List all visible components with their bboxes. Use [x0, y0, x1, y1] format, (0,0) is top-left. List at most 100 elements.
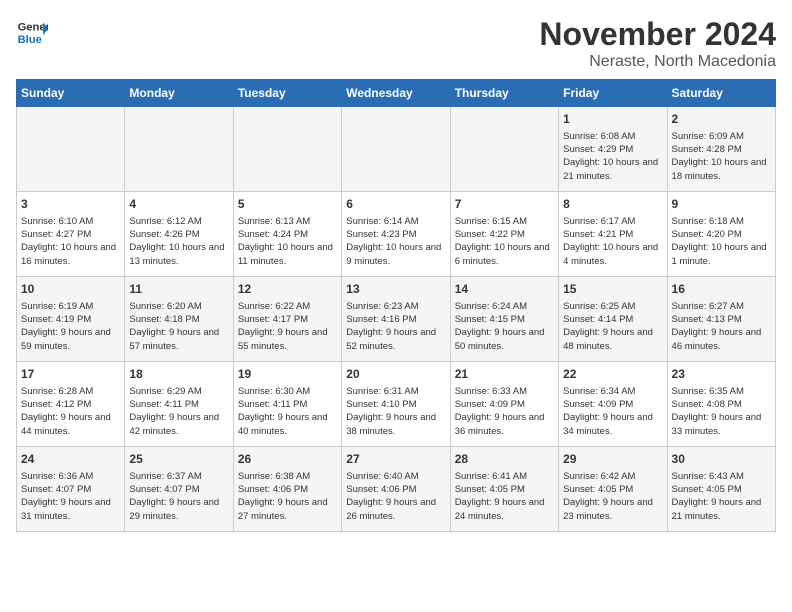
calendar-title: November 2024: [539, 16, 776, 53]
calendar-cell: 25Sunrise: 6:37 AMSunset: 4:07 PMDayligh…: [125, 447, 233, 532]
day-number: 10: [21, 281, 120, 298]
calendar-cell: [233, 107, 341, 192]
col-sunday: Sunday: [17, 80, 125, 107]
day-info: Sunset: 4:08 PM: [672, 398, 771, 411]
day-number: 21: [455, 366, 554, 383]
day-number: 1: [563, 111, 662, 128]
day-info: Sunset: 4:22 PM: [455, 228, 554, 241]
day-info: Sunrise: 6:14 AM: [346, 215, 445, 228]
day-info: Daylight: 9 hours and 42 minutes.: [129, 411, 228, 438]
day-info: Sunrise: 6:12 AM: [129, 215, 228, 228]
day-info: Sunset: 4:07 PM: [21, 483, 120, 496]
calendar-cell: 7Sunrise: 6:15 AMSunset: 4:22 PMDaylight…: [450, 192, 558, 277]
day-number: 2: [672, 111, 771, 128]
day-info: Sunrise: 6:25 AM: [563, 300, 662, 313]
day-info: Sunrise: 6:10 AM: [21, 215, 120, 228]
calendar-cell: 23Sunrise: 6:35 AMSunset: 4:08 PMDayligh…: [667, 362, 775, 447]
calendar-cell: 20Sunrise: 6:31 AMSunset: 4:10 PMDayligh…: [342, 362, 450, 447]
day-info: Sunrise: 6:23 AM: [346, 300, 445, 313]
day-info: Sunrise: 6:43 AM: [672, 470, 771, 483]
day-number: 12: [238, 281, 337, 298]
day-info: Sunrise: 6:34 AM: [563, 385, 662, 398]
calendar-cell: 30Sunrise: 6:43 AMSunset: 4:05 PMDayligh…: [667, 447, 775, 532]
calendar-cell: 1Sunrise: 6:08 AMSunset: 4:29 PMDaylight…: [559, 107, 667, 192]
day-info: Sunrise: 6:36 AM: [21, 470, 120, 483]
day-info: Sunrise: 6:38 AM: [238, 470, 337, 483]
day-info: Daylight: 9 hours and 26 minutes.: [346, 496, 445, 523]
day-info: Daylight: 9 hours and 33 minutes.: [672, 411, 771, 438]
day-info: Sunset: 4:05 PM: [455, 483, 554, 496]
day-number: 9: [672, 196, 771, 213]
day-info: Sunrise: 6:19 AM: [21, 300, 120, 313]
day-info: Sunrise: 6:24 AM: [455, 300, 554, 313]
day-number: 11: [129, 281, 228, 298]
day-info: Sunset: 4:09 PM: [563, 398, 662, 411]
day-info: Sunset: 4:20 PM: [672, 228, 771, 241]
col-tuesday: Tuesday: [233, 80, 341, 107]
day-info: Daylight: 10 hours and 6 minutes.: [455, 241, 554, 268]
day-info: Sunrise: 6:13 AM: [238, 215, 337, 228]
day-info: Sunrise: 6:33 AM: [455, 385, 554, 398]
week-row-4: 17Sunrise: 6:28 AMSunset: 4:12 PMDayligh…: [17, 362, 776, 447]
day-number: 19: [238, 366, 337, 383]
day-info: Sunrise: 6:31 AM: [346, 385, 445, 398]
calendar-cell: 13Sunrise: 6:23 AMSunset: 4:16 PMDayligh…: [342, 277, 450, 362]
day-info: Daylight: 10 hours and 11 minutes.: [238, 241, 337, 268]
calendar-cell: 24Sunrise: 6:36 AMSunset: 4:07 PMDayligh…: [17, 447, 125, 532]
day-info: Daylight: 9 hours and 57 minutes.: [129, 326, 228, 353]
day-number: 20: [346, 366, 445, 383]
logo-icon: General Blue: [16, 16, 48, 48]
calendar-cell: 3Sunrise: 6:10 AMSunset: 4:27 PMDaylight…: [17, 192, 125, 277]
day-info: Sunset: 4:13 PM: [672, 313, 771, 326]
day-info: Sunrise: 6:29 AM: [129, 385, 228, 398]
day-info: Daylight: 9 hours and 44 minutes.: [21, 411, 120, 438]
day-info: Sunrise: 6:15 AM: [455, 215, 554, 228]
day-info: Daylight: 9 hours and 48 minutes.: [563, 326, 662, 353]
day-info: Daylight: 10 hours and 4 minutes.: [563, 241, 662, 268]
day-info: Sunrise: 6:17 AM: [563, 215, 662, 228]
week-row-5: 24Sunrise: 6:36 AMSunset: 4:07 PMDayligh…: [17, 447, 776, 532]
day-info: Daylight: 9 hours and 34 minutes.: [563, 411, 662, 438]
day-info: Sunset: 4:06 PM: [238, 483, 337, 496]
day-info: Sunrise: 6:18 AM: [672, 215, 771, 228]
day-info: Sunrise: 6:30 AM: [238, 385, 337, 398]
calendar-cell: 18Sunrise: 6:29 AMSunset: 4:11 PMDayligh…: [125, 362, 233, 447]
day-info: Sunset: 4:05 PM: [672, 483, 771, 496]
day-info: Sunset: 4:15 PM: [455, 313, 554, 326]
day-info: Sunset: 4:07 PM: [129, 483, 228, 496]
calendar-cell: 22Sunrise: 6:34 AMSunset: 4:09 PMDayligh…: [559, 362, 667, 447]
day-info: Sunset: 4:28 PM: [672, 143, 771, 156]
day-info: Sunset: 4:24 PM: [238, 228, 337, 241]
day-info: Sunset: 4:11 PM: [129, 398, 228, 411]
col-wednesday: Wednesday: [342, 80, 450, 107]
day-number: 27: [346, 451, 445, 468]
day-number: 30: [672, 451, 771, 468]
day-info: Daylight: 10 hours and 16 minutes.: [21, 241, 120, 268]
day-number: 4: [129, 196, 228, 213]
day-info: Sunset: 4:27 PM: [21, 228, 120, 241]
calendar-body: 1 Sunrise: 6:08 AMSunset: 4:29 PM Daylight…: [17, 107, 776, 532]
calendar-table: Sunday Monday Tuesday Wednesday Thursday…: [16, 79, 776, 532]
week-row-1: 1Sunrise: 6:08 AMSunset: 4:29 PMDaylight…: [17, 107, 776, 192]
calendar-cell: [450, 107, 558, 192]
day-info: Sunset: 4:26 PM: [129, 228, 228, 241]
header: General Blue November 2024 Neraste, Nort…: [16, 16, 776, 71]
calendar-cell: 19Sunrise: 6:30 AMSunset: 4:11 PMDayligh…: [233, 362, 341, 447]
calendar-cell: 17Sunrise: 6:28 AMSunset: 4:12 PMDayligh…: [17, 362, 125, 447]
day-number: 29: [563, 451, 662, 468]
day-info: Daylight: 9 hours and 59 minutes.: [21, 326, 120, 353]
calendar-cell: 9Sunrise: 6:18 AMSunset: 4:20 PMDaylight…: [667, 192, 775, 277]
week-row-3: 10Sunrise: 6:19 AMSunset: 4:19 PMDayligh…: [17, 277, 776, 362]
col-thursday: Thursday: [450, 80, 558, 107]
day-info: Sunset: 4:17 PM: [238, 313, 337, 326]
logo: General Blue: [16, 16, 48, 48]
day-number: 5: [238, 196, 337, 213]
day-number: 13: [346, 281, 445, 298]
header-row: Sunday Monday Tuesday Wednesday Thursday…: [17, 80, 776, 107]
calendar-cell: 6Sunrise: 6:14 AMSunset: 4:23 PMDaylight…: [342, 192, 450, 277]
day-info: Sunset: 4:29 PM: [563, 143, 662, 156]
day-info: Sunrise: 6:20 AM: [129, 300, 228, 313]
calendar-cell: 5 Sunrise: 6:13 AMSunset: 4:24 PMDaylight…: [233, 192, 341, 277]
svg-text:Blue: Blue: [18, 34, 42, 46]
day-info: Sunrise: 6:08 AM: [563, 130, 662, 143]
